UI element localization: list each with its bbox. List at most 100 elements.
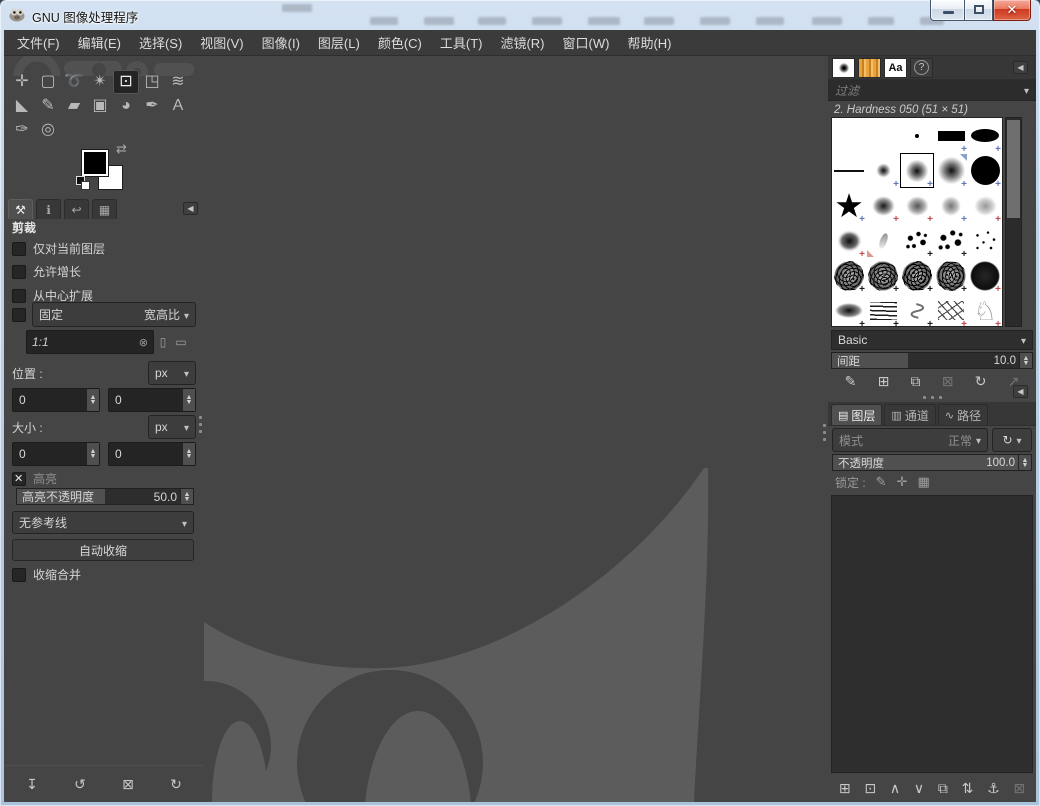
brush-texture-cell[interactable] bbox=[861, 254, 905, 297]
warp-transform-tool[interactable]: ≋ bbox=[165, 70, 191, 94]
spin-down-icon[interactable]: ▼ bbox=[90, 453, 97, 460]
brush-block-rect[interactable] bbox=[934, 118, 968, 155]
new-layer-button[interactable]: ⊞ bbox=[839, 780, 851, 797]
fixed-checkbox[interactable] bbox=[12, 307, 26, 322]
menu-help[interactable]: 帮助(H) bbox=[618, 29, 680, 56]
highlight-opacity-slider[interactable]: 高亮不透明度 50.0 ▲ ▼ bbox=[16, 488, 194, 505]
checkbox[interactable] bbox=[12, 288, 26, 303]
menu-tools[interactable]: 工具(T) bbox=[431, 29, 492, 56]
option-allow-growing[interactable]: 允许增长 bbox=[12, 263, 196, 280]
menu-select[interactable]: 选择(S) bbox=[130, 29, 191, 56]
filter-input[interactable]: 过滤 bbox=[835, 82, 1024, 99]
tab-layers[interactable]: ▤ 图层 bbox=[831, 404, 883, 425]
spin-down-icon[interactable]: ▼ bbox=[186, 453, 193, 460]
lock-alpha-button[interactable]: ▦ bbox=[917, 474, 929, 490]
size-unit-dropdown[interactable]: px bbox=[148, 415, 196, 439]
spin-down-icon[interactable]: ▼ bbox=[184, 496, 191, 503]
checkbox[interactable] bbox=[12, 264, 26, 279]
default-colors-icon[interactable] bbox=[76, 176, 92, 192]
menu-view[interactable]: 视图(V) bbox=[191, 29, 252, 56]
paintbrush-tool[interactable]: ✎ bbox=[35, 94, 61, 118]
new-layer-group-button[interactable]: ⊡ bbox=[864, 780, 876, 797]
clone-tool[interactable]: ▣ bbox=[87, 94, 113, 118]
layer-opacity-slider[interactable]: 不透明度 100.0 ▲ ▼ bbox=[832, 454, 1032, 471]
canvas-area[interactable] bbox=[204, 56, 822, 802]
option-shrink-merged[interactable]: 收缩合并 bbox=[12, 566, 196, 583]
reset-tool-options-button[interactable]: ↻ bbox=[170, 776, 182, 793]
titlebar[interactable]: GNU 图像处理程序 ✕ bbox=[0, 0, 1040, 30]
checkbox[interactable] bbox=[12, 567, 26, 582]
clear-icon[interactable]: ⊗ bbox=[139, 336, 148, 349]
portrait-button[interactable]: ▯ bbox=[154, 332, 172, 352]
brush-blank[interactable] bbox=[866, 118, 900, 153]
tab-patterns[interactable] bbox=[858, 57, 881, 78]
brush-chalk[interactable] bbox=[934, 188, 968, 225]
brush-hatch[interactable] bbox=[866, 293, 900, 326]
brush-texture-cell[interactable] bbox=[832, 258, 866, 295]
brush-chalk[interactable] bbox=[866, 188, 900, 225]
tab-tool-options[interactable]: ⚒ bbox=[8, 199, 33, 219]
scrollbar-thumb[interactable] bbox=[1007, 120, 1020, 218]
checkbox[interactable] bbox=[12, 241, 26, 256]
brush-texture-cell[interactable] bbox=[968, 258, 1002, 295]
menu-windows[interactable]: 窗口(W) bbox=[554, 29, 619, 56]
size-height-spinner[interactable]: 0 ▲ ▼ bbox=[108, 442, 196, 466]
tab-fonts[interactable]: Aa bbox=[884, 57, 907, 78]
layer-mode-dropdown[interactable]: 模式 正常 bbox=[832, 428, 988, 452]
tab-undo-history[interactable]: ↩ bbox=[64, 199, 89, 219]
menu-colors[interactable]: 颜色(C) bbox=[369, 29, 431, 56]
brush-splatter[interactable] bbox=[900, 223, 934, 260]
zoom-tool[interactable]: ◎ bbox=[35, 118, 61, 142]
brush-star[interactable]: ★ bbox=[832, 188, 866, 226]
smudge-tool[interactable]: ◕ bbox=[113, 94, 139, 118]
brush-sticks[interactable] bbox=[934, 293, 968, 326]
duplicate-brush-button[interactable]: ⧉ bbox=[911, 373, 921, 390]
brush-scrollbar[interactable] bbox=[1005, 117, 1022, 327]
delete-brush-button[interactable]: ⊠ bbox=[942, 373, 954, 390]
brush-texture-cell[interactable] bbox=[900, 258, 934, 295]
bucket-fill-tool[interactable]: ◣ bbox=[9, 94, 35, 118]
free-select-tool[interactable]: ➰ bbox=[61, 70, 87, 94]
spin-down-icon[interactable]: ▼ bbox=[1023, 360, 1030, 367]
raise-layer-button[interactable]: ∧ bbox=[890, 780, 900, 797]
highlight-checkbox[interactable] bbox=[12, 471, 26, 486]
lock-pixels-button[interactable]: ✎ bbox=[876, 474, 887, 490]
brush-soft-small[interactable] bbox=[866, 153, 900, 190]
transform-tool[interactable]: ◳ bbox=[139, 70, 165, 94]
menu-layer[interactable]: 图层(L) bbox=[309, 29, 369, 56]
brush-wisp[interactable] bbox=[866, 223, 900, 258]
guides-dropdown[interactable]: 无参考线 bbox=[12, 511, 194, 534]
brush-vine[interactable]: ∿ bbox=[900, 293, 934, 326]
tab-channels[interactable]: ▥ 通道 bbox=[884, 404, 936, 425]
pane-resize-grip[interactable] bbox=[199, 416, 203, 433]
brush-hard-circle[interactable] bbox=[968, 153, 1002, 190]
spin-down-icon[interactable]: ▼ bbox=[186, 399, 193, 406]
delete-tool-preset-button[interactable]: ⊠ bbox=[122, 776, 134, 793]
brush-sparse-dots[interactable] bbox=[968, 223, 1002, 258]
minimize-button[interactable] bbox=[930, 0, 964, 21]
ink-tool[interactable]: ✒ bbox=[139, 94, 165, 118]
merge-layer-button[interactable]: ⇅ bbox=[962, 780, 974, 797]
ratio-input[interactable]: 1:1 ⊗ bbox=[26, 330, 154, 354]
eraser-tool[interactable]: ▰ bbox=[61, 94, 87, 118]
tab-menu-button[interactable]: ◀ bbox=[183, 202, 198, 215]
color-picker-tool[interactable]: ✑ bbox=[9, 118, 35, 142]
brush-chalk[interactable] bbox=[900, 188, 934, 225]
spin-down-icon[interactable]: ▼ bbox=[1022, 462, 1029, 469]
tab-device-status[interactable]: ℹ bbox=[36, 199, 61, 219]
tab-images[interactable]: ▦ bbox=[92, 199, 117, 219]
anchor-layer-button[interactable]: ⚓ bbox=[987, 780, 1000, 797]
brush-block-ellipse[interactable] bbox=[968, 118, 1002, 155]
brush-texture-cell[interactable] bbox=[930, 255, 972, 296]
tab-paths[interactable]: ∿ 路径 bbox=[937, 404, 989, 425]
close-button[interactable]: ✕ bbox=[993, 0, 1031, 21]
layer-mode-switch-button[interactable]: ↻ bbox=[992, 428, 1032, 452]
lock-position-button[interactable]: ✛ bbox=[897, 474, 908, 490]
option-highlight[interactable]: 高亮 bbox=[12, 470, 196, 487]
new-brush-button[interactable]: ⊞ bbox=[878, 373, 890, 390]
text-tool[interactable]: A bbox=[165, 94, 191, 118]
menu-image[interactable]: 图像(I) bbox=[253, 29, 309, 56]
tab-menu-button[interactable]: ◀ bbox=[1013, 61, 1028, 74]
tab-menu-button[interactable]: ◀ bbox=[1013, 385, 1028, 398]
layers-list[interactable] bbox=[831, 495, 1033, 773]
